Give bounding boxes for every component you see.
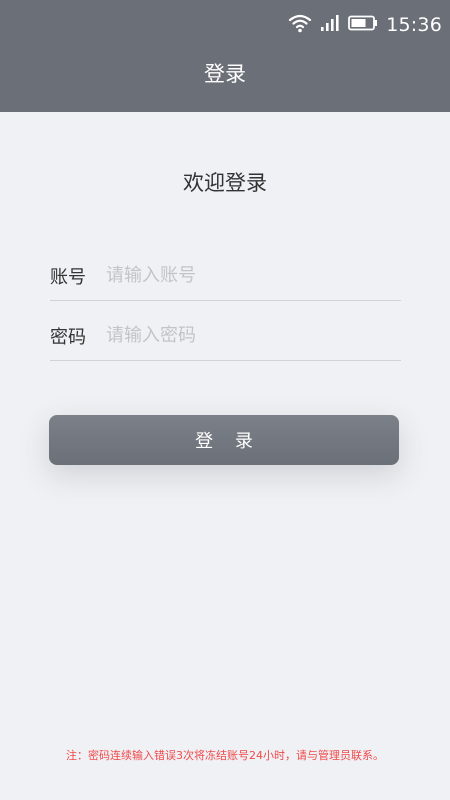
- app-header: 15:36 登录: [0, 0, 450, 112]
- signal-icon: [320, 14, 340, 36]
- password-label: 密码: [50, 326, 86, 348]
- lockout-notice: 注：密码连续输入错误3次将冻结账号24小时，请与管理员联系。: [66, 749, 384, 762]
- status-icons: 15:36: [288, 13, 442, 37]
- account-input[interactable]: [106, 260, 401, 291]
- status-bar: 15:36: [0, 0, 450, 50]
- account-label: 账号: [50, 266, 86, 288]
- page-title: 登录: [204, 62, 246, 86]
- login-button[interactable]: 登 录: [49, 415, 399, 465]
- status-time: 15:36: [386, 14, 442, 36]
- password-input[interactable]: [106, 320, 401, 351]
- wifi-icon: [288, 13, 312, 37]
- password-field: 密码: [50, 311, 401, 361]
- welcome-heading: 欢迎登录: [183, 171, 267, 195]
- account-field: 账号: [50, 251, 401, 301]
- battery-icon: [348, 15, 378, 35]
